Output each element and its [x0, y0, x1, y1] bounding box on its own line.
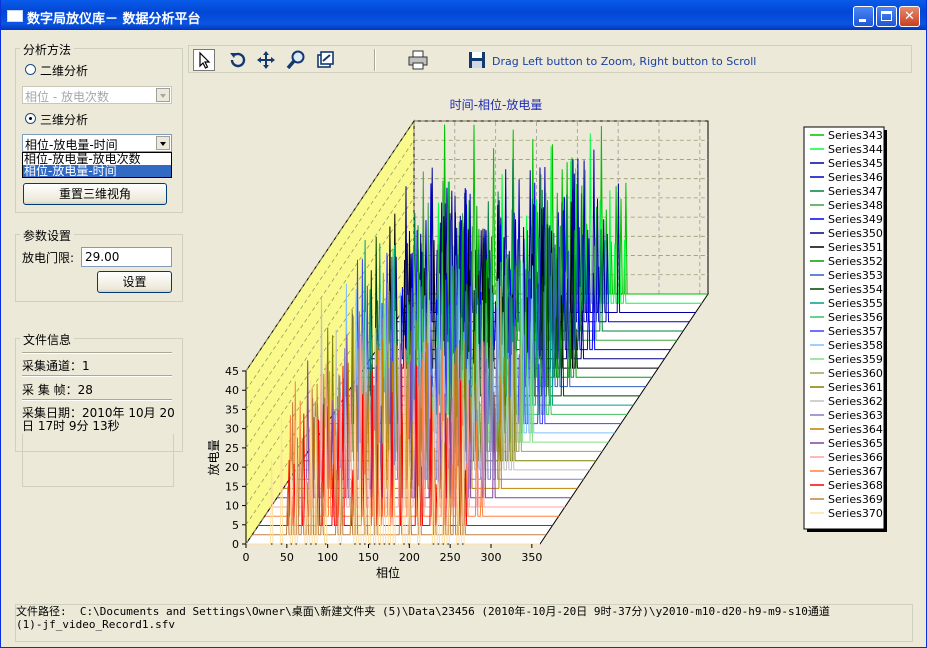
legend-entry: Series350 — [828, 227, 883, 240]
legend-entry: Series363 — [828, 409, 883, 422]
legend-entry: Series356 — [828, 311, 883, 324]
y-tick-label: 20 — [225, 461, 239, 474]
y-tick-label: 0 — [232, 538, 239, 551]
y-tick-label: 5 — [232, 519, 239, 532]
y-axis-label: 放电量 — [206, 439, 221, 475]
threshold-value: 29.00 — [85, 250, 120, 264]
copy-icon[interactable] — [314, 49, 336, 71]
legend-entry: Series347 — [828, 185, 883, 198]
app-icon — [7, 10, 23, 22]
y-tick-label: 30 — [225, 423, 239, 436]
x-tick-label: 250 — [440, 551, 461, 564]
radio-3d[interactable] — [25, 113, 36, 124]
chevron-down-icon[interactable] — [156, 88, 170, 102]
combo-2d[interactable]: 相位 - 放电次数 — [22, 86, 172, 104]
y-tick-label: 10 — [225, 500, 239, 513]
y-tick-label: 45 — [225, 365, 239, 378]
legend-entry: Series370 — [828, 507, 883, 520]
y-tick-label: 35 — [225, 403, 239, 416]
zoom-icon[interactable] — [285, 49, 307, 71]
divider — [22, 352, 172, 354]
channel-info: 采集通道：1 — [22, 359, 90, 373]
threshold-label: 放电门限: — [22, 251, 75, 265]
file-path-line2: (1)-jf_video_Record1.sfv — [16, 618, 175, 631]
dropdown-option-selected[interactable]: 相位-放电量-时间 — [23, 165, 171, 177]
legend-entry: Series343 — [828, 129, 883, 142]
rotate-icon[interactable] — [227, 49, 249, 71]
print-icon[interactable] — [407, 49, 429, 71]
legend-entry: Series364 — [828, 423, 883, 436]
date-info-line2: 日 17时 9分 13秒 — [22, 419, 120, 433]
threshold-input[interactable]: 29.00 — [81, 247, 172, 267]
main-window: 数字局放仪库－ 数据分析平台 分析方法 二维分析 相位 - 放电次数 三维分析 … — [0, 0, 927, 648]
combo-3d-value: 相位-放电量-时间 — [25, 138, 118, 152]
combo-2d-value: 相位 - 放电次数 — [25, 90, 109, 104]
combo-3d-dropdown: 相位-放电量-放电次数 相位-放电量-时间 — [22, 152, 172, 178]
radio-2d-label[interactable]: 二维分析 — [40, 62, 88, 79]
legend-entry: Series359 — [828, 353, 883, 366]
chart-toolbar: Drag Left button to Zoom, Right button t… — [188, 45, 912, 73]
file-info-box — [22, 434, 174, 487]
y-tick-label: 25 — [225, 442, 239, 455]
legend-entry: Series358 — [828, 339, 883, 352]
reset-3d-view-button[interactable]: 重置三维视角 — [23, 183, 167, 205]
pointer-icon[interactable] — [193, 49, 215, 71]
toolbar-hint: Drag Left button to Zoom, Right button t… — [492, 55, 757, 68]
radio-3d-label[interactable]: 三维分析 — [40, 111, 88, 128]
minimize-button[interactable] — [853, 6, 874, 27]
file-path-line1: 文件路径: C:\Documents and Settings\Owner\桌面… — [16, 605, 830, 618]
chevron-down-icon[interactable] — [156, 136, 170, 150]
set-button[interactable]: 设置 — [97, 271, 172, 293]
legend-entry: Series357 — [828, 325, 883, 338]
legend-entry: Series368 — [828, 479, 883, 492]
radio-2d[interactable] — [25, 64, 36, 75]
x-tick-label: 50 — [280, 551, 294, 564]
x-tick-label: 350 — [521, 551, 542, 564]
title-bar[interactable]: 数字局放仪库－ 数据分析平台 — [1, 0, 926, 30]
maximize-button[interactable] — [876, 6, 897, 27]
file-info-label: 文件信息 — [20, 331, 75, 348]
legend-entry: Series362 — [828, 395, 883, 408]
combo-3d[interactable]: 相位-放电量-时间 — [22, 134, 172, 152]
toolbar-separator — [374, 49, 376, 71]
parameter-label: 参数设置 — [20, 227, 75, 244]
legend-entry: Series367 — [828, 465, 883, 478]
x-tick-label: 150 — [358, 551, 379, 564]
legend-entry: Series345 — [828, 157, 883, 170]
legend-entry: Series349 — [828, 213, 883, 226]
legend-entry: Series365 — [828, 437, 883, 450]
legend-entry: Series366 — [828, 451, 883, 464]
close-button[interactable] — [899, 6, 920, 27]
legend-entry: Series352 — [828, 255, 883, 268]
y-tick-label: 40 — [225, 384, 239, 397]
legend-entry: Series353 — [828, 269, 883, 282]
legend-entry: Series361 — [828, 381, 883, 394]
legend-entry: Series369 — [828, 493, 883, 506]
x-tick-label: 100 — [317, 551, 338, 564]
x-tick-label: 200 — [399, 551, 420, 564]
chart-title: 时间-相位-放电量 — [450, 97, 543, 112]
legend-entry: Series344 — [828, 143, 883, 156]
legend-entry: Series360 — [828, 367, 883, 380]
legend-entry: Series355 — [828, 297, 883, 310]
x-axis-label: 相位 — [376, 565, 400, 580]
legend-entry: Series348 — [828, 199, 883, 212]
y-tick-label: 15 — [225, 480, 239, 493]
save-icon[interactable] — [466, 49, 488, 71]
legend-entry: Series354 — [828, 283, 883, 296]
chart-canvas[interactable]: 时间-相位-放电量 0 5 10 15 20 25 30 35 40 45 0 50 100 150 200 2… — [188, 75, 912, 600]
window-title: 数字局放仪库－ 数据分析平台 — [27, 12, 201, 27]
x-tick-label: 0 — [243, 551, 250, 564]
frames-info: 采 集 帧：28 — [22, 383, 93, 397]
file-path-bar: 文件路径: C:\Documents and Settings\Owner\桌面… — [15, 604, 913, 642]
chart-area[interactable]: 时间-相位-放电量 0 5 10 15 20 25 30 35 40 45 0 50 100 150 200 2… — [188, 75, 912, 600]
legend-entry: Series346 — [828, 171, 883, 184]
divider — [22, 399, 172, 401]
analysis-method-label: 分析方法 — [20, 41, 75, 58]
legend-entry: Series351 — [828, 241, 883, 254]
x-tick-label: 300 — [481, 551, 502, 564]
move-icon[interactable] — [255, 49, 277, 71]
divider — [22, 375, 172, 377]
